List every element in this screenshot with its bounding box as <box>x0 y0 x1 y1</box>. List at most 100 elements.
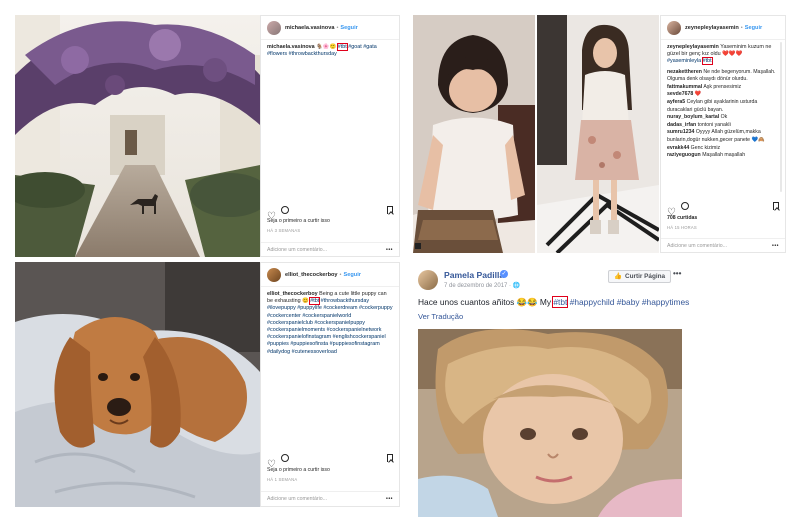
see-translation-link[interactable]: Ver Tradução <box>418 312 463 321</box>
avatar[interactable] <box>418 270 438 290</box>
post2-likes[interactable]: 708 curtidas <box>667 215 697 221</box>
heart-icon[interactable] <box>267 206 276 215</box>
list-item: nezakettheren Ne nde begenyorum. Maşalla… <box>667 69 777 84</box>
caption-username[interactable]: elliot_thecockerboy <box>267 291 318 297</box>
comment-username[interactable]: fattmakummal <box>667 84 702 90</box>
comment-input-placeholder[interactable]: Adicione um comentário... <box>267 247 327 253</box>
comment-input-placeholder[interactable]: Adicione um comentário... <box>667 243 727 249</box>
hashtag[interactable]: #puppies <box>267 341 289 347</box>
hashtag[interactable]: #goat <box>348 44 362 50</box>
follow-button[interactable]: Seguir <box>745 25 762 31</box>
list-item: nuray_boylum_kartal Ok <box>667 114 777 122</box>
scrollbar[interactable] <box>780 42 782 192</box>
post3-caption: elliot_thecockerboy Being a cute little … <box>261 287 399 356</box>
hashtag[interactable]: #cutenessoverload <box>292 349 337 355</box>
post2-sidebar: zeynepleylayasemin • Seguir zeynepleylay… <box>660 15 786 253</box>
comment-username[interactable]: ayfera5 <box>667 99 685 105</box>
bookmark-icon[interactable] <box>773 202 779 210</box>
like-page-button[interactable]: 👍 Curtir Página <box>608 270 672 283</box>
hashtag[interactable]: #happychild <box>570 297 615 307</box>
post2-photo-left[interactable] <box>413 15 535 253</box>
tbt-hashtag-highlighted[interactable]: #tbt <box>309 297 321 306</box>
comment-username[interactable]: sumru1234 <box>667 129 694 135</box>
bookmark-icon[interactable] <box>387 206 393 214</box>
tbt-hashtag-highlighted[interactable]: #tbt <box>552 296 569 308</box>
toddler-photo <box>413 15 535 253</box>
hashtag[interactable]: #cockerdream <box>323 305 357 311</box>
comment-username[interactable]: evrakk44 <box>667 145 689 151</box>
heart-icon[interactable] <box>667 202 676 211</box>
hashtag[interactable]: #ilovepuppy <box>267 305 296 311</box>
hashtag[interactable]: #throwbackthursday <box>321 298 369 304</box>
comment-text: Maşallah maşallah <box>702 152 746 159</box>
post3-username[interactable]: elliot_thecockerboy <box>285 272 338 278</box>
comment-username[interactable]: sevde7678 <box>667 91 693 97</box>
fb-post-date[interactable]: 7 de dezembro de 2017 · 🌐 <box>444 282 520 289</box>
follow-button[interactable]: Seguir <box>344 272 361 278</box>
comment-text: Aşk prensesimiz <box>703 83 742 90</box>
caption-username[interactable]: zeynepleylayasemin <box>667 44 719 50</box>
hashtag[interactable]: #cockerspanielpuppy <box>314 320 365 326</box>
comment-username[interactable]: raziyeguogun <box>667 152 701 158</box>
separator-dot: • <box>336 24 339 31</box>
hashtag[interactable]: #puppiesofinstagram <box>330 341 380 347</box>
more-options-icon[interactable]: ••• <box>386 247 393 253</box>
hashtag[interactable]: #puppiesofinsta <box>290 341 328 347</box>
comment-icon[interactable] <box>281 454 289 462</box>
hashtag[interactable]: #cockerspanielofinstagram <box>267 334 331 340</box>
hashtag[interactable]: #gata <box>363 44 377 50</box>
post1-actions <box>261 204 399 216</box>
post3-add-comment[interactable]: Adicione um comentário... ••• <box>261 491 399 505</box>
hashtag[interactable]: #cockerspanielworld <box>302 313 351 319</box>
post1-username[interactable]: michaela.vasinova <box>285 25 334 31</box>
post3-photo[interactable] <box>15 262 260 507</box>
post2-photo-right[interactable] <box>537 15 659 253</box>
post3-header: elliot_thecockerboy • Seguir <box>261 263 399 287</box>
hashtag[interactable]: #englishcockerspaniel <box>333 334 386 340</box>
avatar[interactable] <box>267 267 281 282</box>
separator-dot: • <box>740 24 743 31</box>
more-options-icon[interactable]: ••• <box>673 269 681 278</box>
fb-post-photo[interactable] <box>418 329 682 517</box>
follow-button[interactable]: Seguir <box>340 25 357 31</box>
post3-sidebar: elliot_thecockerboy • Seguir elliot_thec… <box>260 262 400 507</box>
comment-icon[interactable] <box>281 206 289 214</box>
hashtag[interactable]: #puppylife <box>297 305 322 311</box>
hashtag[interactable]: #yaseminleyla <box>667 58 701 64</box>
hashtag[interactable]: #cockercenter <box>267 313 301 319</box>
avatar[interactable] <box>267 20 281 35</box>
hashtag[interactable]: #cockerspanielclub <box>267 320 313 326</box>
more-options-icon[interactable]: ••• <box>772 243 779 249</box>
hashtag[interactable]: #cockerpuppy <box>359 305 393 311</box>
caption-username[interactable]: michaela.vasinova <box>267 44 315 50</box>
comment-username[interactable]: dadas_irfan <box>667 122 696 128</box>
emoji-group: ❤️❤️❤️ <box>722 51 743 58</box>
heart-icon[interactable] <box>267 454 276 463</box>
list-item: evrakk44 Genc kizimiz <box>667 145 777 153</box>
more-options-icon[interactable]: ••• <box>386 496 393 502</box>
tbt-hashtag-highlighted[interactable]: #tbt <box>701 57 713 66</box>
bookmark-icon[interactable] <box>387 454 393 462</box>
fb-page-name[interactable]: Pamela Padilla <box>444 270 504 280</box>
post3-timestamp: HÁ 1 SEMANA <box>267 477 298 482</box>
comment-username[interactable]: nezakettheren <box>667 69 702 75</box>
hashtag[interactable]: #baby <box>617 297 640 307</box>
child-portrait-photo <box>418 329 682 517</box>
hashtag[interactable]: #cockerspanielnetwork <box>327 327 382 333</box>
tbt-hashtag-highlighted[interactable]: #tbt <box>336 43 348 51</box>
hashtag[interactable]: #dailydog <box>267 349 290 355</box>
post2-add-comment[interactable]: Adicione um comentário... ••• <box>661 238 785 252</box>
comment-input-placeholder[interactable]: Adicione um comentário... <box>267 496 327 502</box>
comment-icon[interactable] <box>681 202 689 210</box>
list-item: sevde7678 ❤️ <box>667 91 777 99</box>
hashtag[interactable]: #throwbackthursday <box>289 51 337 57</box>
post1-add-comment[interactable]: Adicione um comentário... ••• <box>261 242 399 256</box>
list-item: raziyeguogun Maşallah maşallah <box>667 152 777 160</box>
hashtag[interactable]: #happytimes <box>642 297 690 307</box>
comment-username[interactable]: nuray_boylum_kartal <box>667 114 719 120</box>
post2-username[interactable]: zeynepleylayasemin <box>685 25 739 31</box>
avatar[interactable] <box>667 20 681 35</box>
post1-photo[interactable] <box>15 15 260 257</box>
hashtag[interactable]: #flowers <box>267 51 287 57</box>
hashtag[interactable]: #cockerspanielmoments <box>267 327 325 333</box>
